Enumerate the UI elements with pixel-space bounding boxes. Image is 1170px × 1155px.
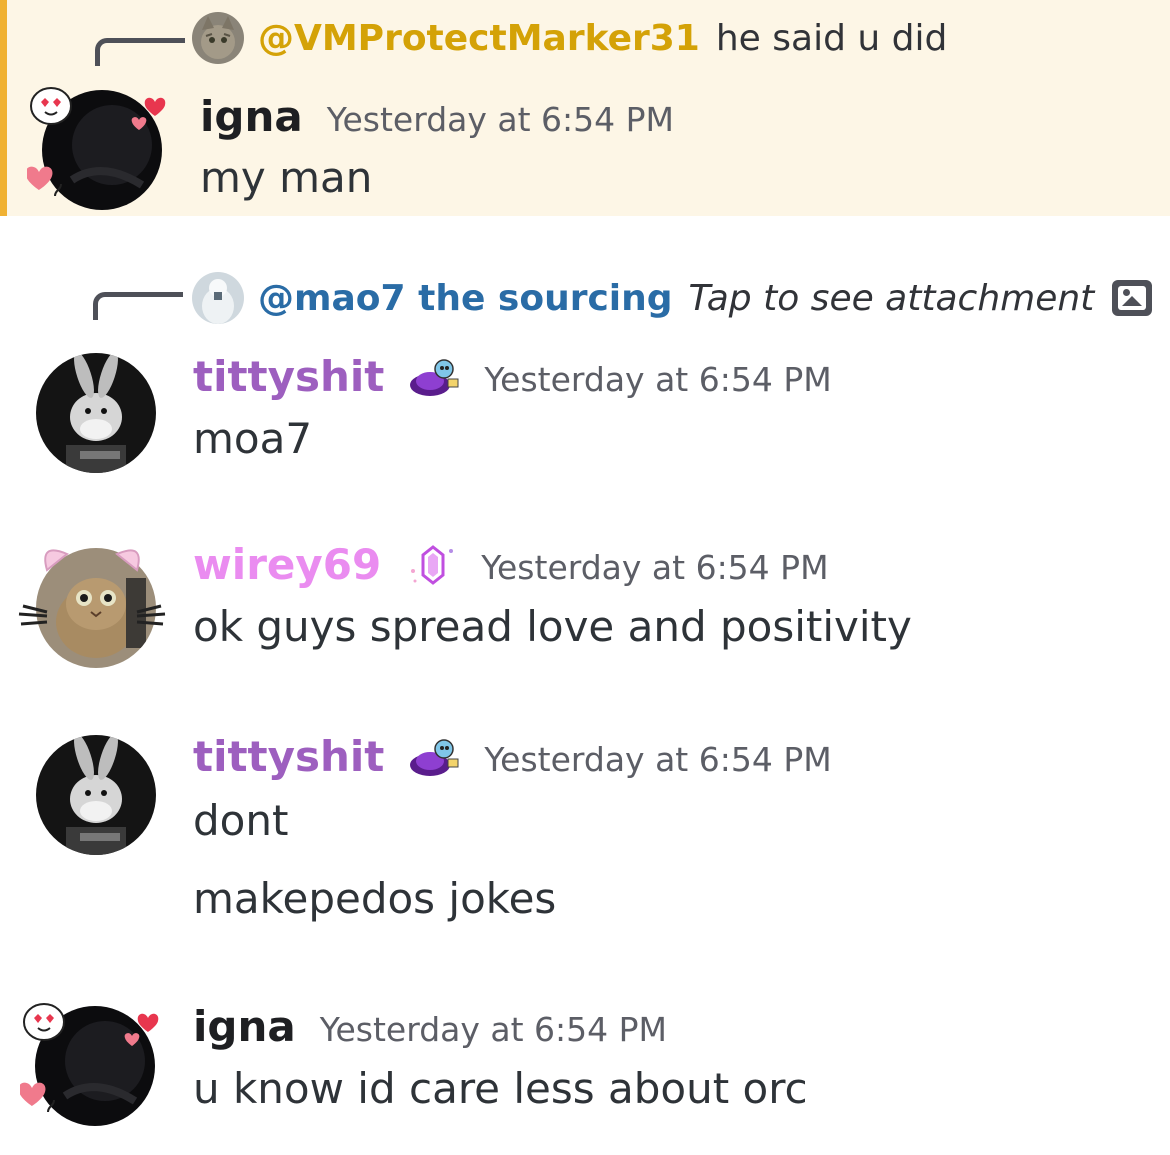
- message[interactable]: tittyshit Yesterday at 6:54 PM dont make…: [0, 720, 1170, 950]
- username[interactable]: igna: [200, 92, 303, 141]
- message[interactable]: wirey69 Yesterday at 6:54 PM ok guys spr…: [0, 530, 1170, 690]
- reply-connector: [93, 292, 183, 320]
- heart-decoration-icon: [20, 1003, 159, 1113]
- reply-mention[interactable]: @VMProtectMarker31: [258, 18, 700, 59]
- message-text: my man: [200, 153, 373, 202]
- white-figure-icon: [192, 272, 244, 324]
- bugs-bunny-icon: [36, 353, 156, 473]
- username[interactable]: tittyshit: [193, 352, 384, 401]
- timestamp: Yesterday at 6:54 PM: [319, 1010, 668, 1049]
- avatar[interactable]: [20, 990, 159, 1126]
- bugs-bunny-icon: [36, 735, 156, 855]
- purple-ufo-badge-icon: [410, 358, 459, 396]
- reply-text: he said u did: [715, 17, 948, 59]
- message[interactable]: igna Yesterday at 6:54 PM u know id care…: [0, 990, 1170, 1150]
- timestamp: Yesterday at 6:54 PM: [484, 360, 832, 399]
- message-text: dont: [193, 796, 289, 845]
- timestamp: Yesterday at 6:54 PM: [326, 100, 675, 139]
- message-text: u know id care less about orc: [193, 1064, 808, 1113]
- reply-connector: [95, 38, 185, 66]
- username[interactable]: tittyshit: [193, 732, 384, 781]
- avatar[interactable]: [27, 344, 161, 478]
- message[interactable]: @mao7 the sourcing Tap to see attachment…: [0, 262, 1170, 482]
- avatar[interactable]: [27, 726, 161, 860]
- message-header: igna Yesterday at 6:54 PM: [200, 92, 674, 141]
- tabby-cat-icon: [192, 12, 244, 64]
- nitro-gem-badge-icon: [411, 544, 454, 585]
- message-header: tittyshit Yesterday at 6:54 PM: [193, 732, 832, 781]
- message-header: wirey69 Yesterday at 6:54 PM: [193, 540, 829, 589]
- reply-mention[interactable]: @mao7 the sourcing: [258, 278, 673, 319]
- message-header: tittyshit Yesterday at 6:54 PM: [193, 352, 832, 401]
- message-text: moa7: [193, 414, 313, 463]
- message-text: ok guys spread love and positivity: [193, 602, 912, 651]
- reply-preview[interactable]: @VMProtectMarker31 he said u did: [192, 12, 947, 64]
- reply-attachment-text[interactable]: Tap to see attachment: [689, 278, 1095, 319]
- image-icon: [1112, 280, 1153, 316]
- reply-preview[interactable]: @mao7 the sourcing Tap to see attachment: [192, 272, 1153, 324]
- heart-decoration-icon: [27, 87, 166, 197]
- timestamp: Yesterday at 6:54 PM: [481, 548, 829, 587]
- avatar[interactable]: [18, 536, 166, 670]
- message-header: igna Yesterday at 6:54 PM: [193, 1002, 667, 1051]
- timestamp: Yesterday at 6:54 PM: [484, 740, 832, 779]
- message-text: makepedos jokes: [193, 874, 557, 923]
- message-highlighted[interactable]: @VMProtectMarker31 he said u did igna Ye…: [0, 0, 1170, 216]
- purple-ufo-badge-icon: [410, 738, 459, 776]
- username[interactable]: igna: [193, 1002, 296, 1051]
- cat-ears-decoration-icon: [18, 549, 166, 626]
- avatar[interactable]: [27, 80, 166, 214]
- username[interactable]: wirey69: [193, 540, 381, 589]
